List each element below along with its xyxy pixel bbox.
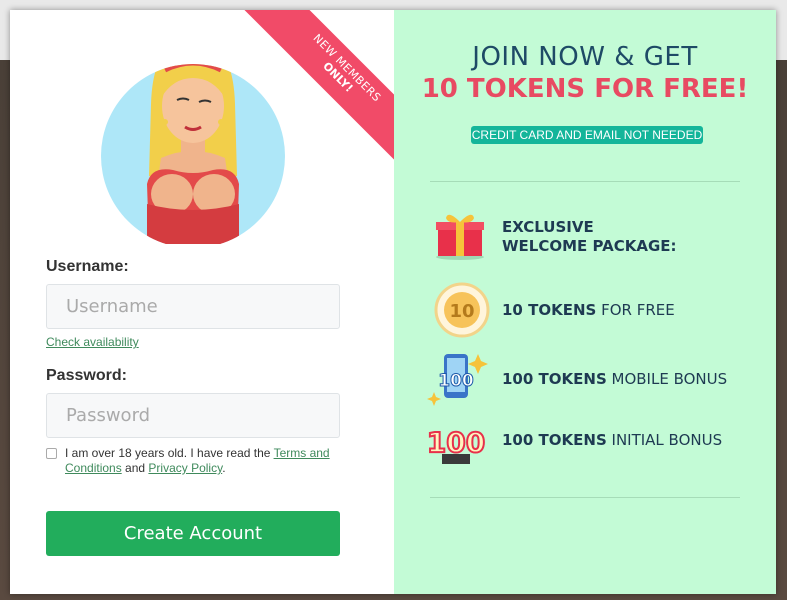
benefit-initial-bonus: 100 TOKENS INITIAL BONUS	[502, 431, 722, 449]
benefit-initial-bold: 100 TOKENS	[502, 431, 607, 449]
username-input[interactable]	[46, 284, 340, 329]
age-consent: I am over 18 years old. I have read the …	[46, 446, 340, 476]
benefit-welcome: EXCLUSIVE WELCOME PACKAGE:	[502, 218, 677, 256]
age-consent-text: I am over 18 years old. I have read the …	[65, 446, 340, 476]
create-account-button[interactable]: Create Account	[46, 511, 340, 556]
gift-icon	[436, 214, 484, 260]
signup-form-panel: NEW MEMBERS ONLY! Username: Username Che…	[10, 10, 394, 594]
benefit-mobile-bonus: 100 TOKENS MOBILE BONUS	[502, 370, 727, 388]
benefit-mobile-rest: MOBILE BONUS	[606, 370, 728, 388]
consent-text-3: .	[222, 461, 226, 475]
promo-panel: JOIN NOW & GET 10 TOKENS FOR FREE! CREDI…	[394, 10, 776, 594]
benefit-10-tokens-bold: 10 TOKENS	[502, 301, 597, 319]
consent-text-1: I am over 18 years old. I have read the	[65, 446, 274, 460]
benefit-welcome-line-2: WELCOME PACKAGE:	[502, 237, 677, 255]
divider-top	[430, 181, 740, 182]
benefit-initial-rest: INITIAL BONUS	[606, 431, 723, 449]
badge-100-icon: 100	[426, 425, 486, 464]
benefit-10-tokens: 10 TOKENS FOR FREE	[502, 301, 675, 319]
consent-text-2: and	[121, 461, 149, 475]
benefit-welcome-line-1: EXCLUSIVE	[502, 218, 594, 236]
avatar-illustration	[101, 64, 285, 244]
coin-value: 10	[449, 301, 474, 322]
benefit-mobile-bold: 100 TOKENS	[502, 370, 607, 388]
phone-badge-value: 100	[438, 371, 474, 391]
password-input[interactable]	[46, 393, 340, 438]
password-label: Password:	[46, 367, 127, 384]
promo-subheadline: 10 TOKENS FOR FREE!	[421, 74, 749, 104]
privacy-policy-link[interactable]: Privacy Policy	[148, 461, 222, 475]
benefit-10-tokens-rest: FOR FREE	[596, 301, 675, 319]
signup-modal: NEW MEMBERS ONLY! Username: Username Che…	[10, 10, 776, 594]
badge-value: 100	[427, 426, 485, 459]
phone-100-icon: 100	[427, 354, 488, 406]
signup-form: Username: Check availability Password: I…	[46, 258, 340, 476]
promo-headline: JOIN NOW & GET	[472, 42, 698, 72]
coin-10-icon: 10	[434, 282, 490, 338]
username-label: Username:	[46, 258, 129, 275]
check-availability-link[interactable]: Check availability	[46, 335, 340, 349]
divider-bottom	[430, 497, 740, 498]
no-credit-card-badge: CREDIT CARD AND EMAIL NOT NEEDED	[471, 126, 703, 144]
age-consent-checkbox[interactable]	[46, 448, 57, 459]
